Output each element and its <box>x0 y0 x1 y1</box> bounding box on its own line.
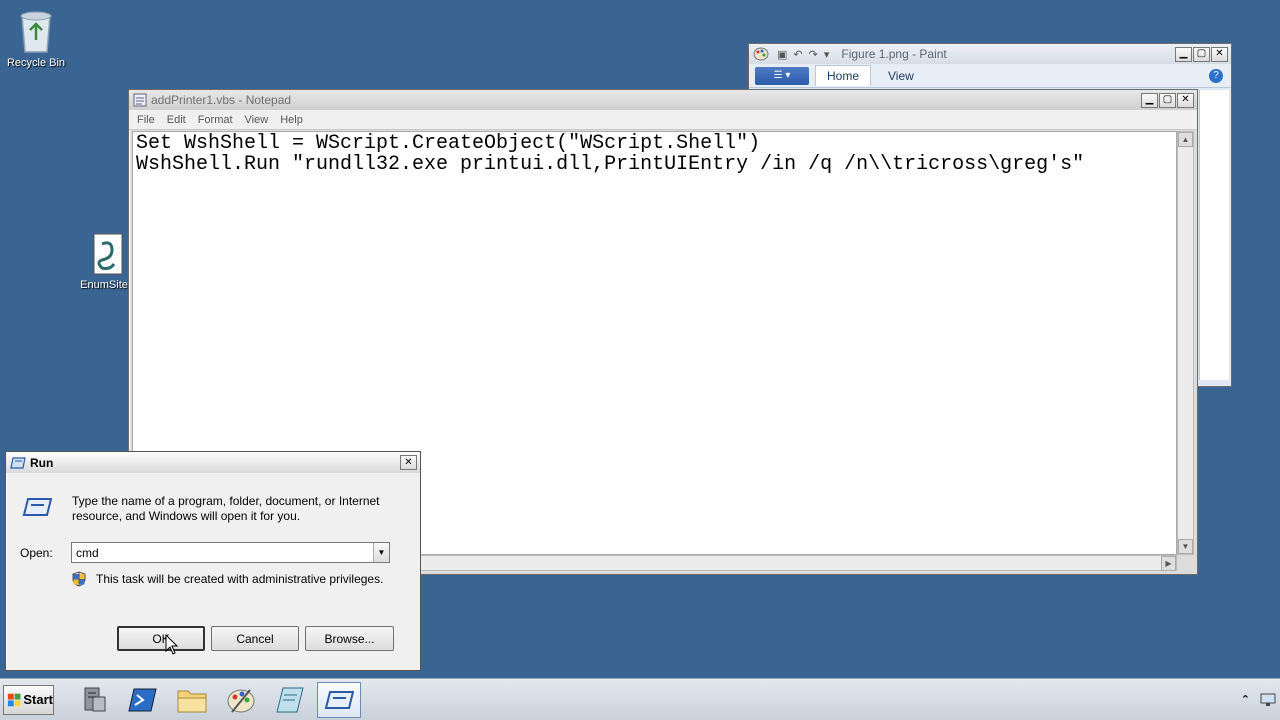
server-manager-icon <box>84 687 106 711</box>
network-icon[interactable] <box>1260 693 1276 707</box>
notepad-app-icon <box>133 93 147 107</box>
scroll-up-icon[interactable]: ▲ <box>1178 132 1193 147</box>
close-button[interactable]: ✕ <box>1211 46 1228 62</box>
help-icon[interactable]: ? <box>1209 68 1223 83</box>
windows-logo-icon <box>7 693 21 706</box>
script-file-icon <box>93 233 123 275</box>
vertical-scrollbar[interactable]: ▲ ▼ <box>1177 131 1194 555</box>
redo-icon[interactable]: ↷ <box>809 48 818 61</box>
taskbar-run[interactable] <box>317 681 361 718</box>
notepad-title: addPrinter1.vbs - Notepad <box>151 93 292 107</box>
tab-home[interactable]: Home <box>815 65 872 86</box>
open-input[interactable] <box>72 543 373 562</box>
menu-file[interactable]: File <box>131 112 161 128</box>
tab-view[interactable]: View <box>877 66 925 86</box>
minimize-button[interactable]: ▁ <box>1141 92 1158 108</box>
admin-note: This task will be created with administr… <box>72 571 383 587</box>
system-tray: ⌃ <box>1241 693 1276 707</box>
run-titlebar[interactable]: Run ✕ <box>6 452 420 473</box>
close-button[interactable]: ✕ <box>1177 92 1194 108</box>
browse-button[interactable]: Browse... <box>305 626 394 651</box>
run-icon <box>324 690 354 709</box>
scroll-right-icon[interactable]: ▶ <box>1161 556 1176 571</box>
notepad-titlebar[interactable]: addPrinter1.vbs - Notepad ▁ ▢ ✕ <box>129 90 1197 110</box>
run-title: Run <box>30 455 54 470</box>
taskbar-explorer[interactable] <box>170 682 214 718</box>
paint-icon <box>227 688 255 713</box>
run-dialog[interactable]: Run ✕ Type the name of a program, folder… <box>5 451 421 671</box>
uac-shield-icon <box>72 571 86 587</box>
recycle-bin-icon <box>20 11 52 53</box>
menu-view[interactable]: View <box>239 112 275 128</box>
run-icon <box>10 456 26 469</box>
open-label: Open: <box>20 546 53 560</box>
open-combobox[interactable]: ▼ <box>71 542 390 563</box>
scroll-down-icon[interactable]: ▼ <box>1178 539 1193 554</box>
admin-note-text: This task will be created with administr… <box>96 572 384 586</box>
taskbar-notepad[interactable] <box>268 682 312 718</box>
taskbar-powershell[interactable] <box>121 682 165 718</box>
desktop-icon-recycle-bin[interactable]: Recycle Bin <box>0 6 74 69</box>
run-description: Type the name of a program, folder, docu… <box>72 494 380 523</box>
notepad-icon <box>276 687 304 712</box>
ribbon-tab-bar: ☰ ▾ Home View ? <box>749 64 1231 88</box>
chevron-down-icon[interactable]: ▼ <box>373 543 389 562</box>
notepad-menubar: File Edit Format View Help <box>129 110 1197 130</box>
cancel-button[interactable]: Cancel <box>211 626 299 651</box>
taskbar-paint[interactable] <box>219 682 263 718</box>
paint-titlebar[interactable]: ▣ ↶ ↷ ▾ Figure 1.png - Paint ▁ ▢ ✕ <box>749 44 1231 64</box>
desktop-icon-label: Recycle Bin <box>6 57 66 69</box>
menu-format[interactable]: Format <box>192 112 239 128</box>
taskbar: Start ⌃ <box>0 678 1280 720</box>
qat-dropdown-icon[interactable]: ▾ <box>824 48 830 61</box>
undo-icon[interactable]: ↶ <box>793 48 802 61</box>
close-button[interactable]: ✕ <box>400 455 417 470</box>
maximize-button[interactable]: ▢ <box>1193 46 1210 62</box>
paint-qat[interactable]: ▣ ↶ ↷ ▾ <box>777 48 829 61</box>
paint-canvas-area[interactable] <box>1199 90 1229 380</box>
menu-icon: ☰ ▾ <box>773 70 791 81</box>
start-label: Start <box>23 692 53 707</box>
save-icon[interactable]: ▣ <box>777 48 787 61</box>
paint-app-menu-button[interactable]: ☰ ▾ <box>755 66 809 85</box>
explorer-folder-icon <box>177 690 207 712</box>
ok-button[interactable]: OK <box>117 626 205 651</box>
paint-app-icon <box>753 47 769 61</box>
minimize-button[interactable]: ▁ <box>1175 46 1192 62</box>
paint-title: Figure 1.png - Paint <box>841 47 947 61</box>
start-button[interactable]: Start <box>3 684 54 715</box>
maximize-button[interactable]: ▢ <box>1159 92 1176 108</box>
mouse-pointer-icon <box>165 634 179 655</box>
run-icon <box>22 498 52 516</box>
powershell-icon <box>128 688 157 711</box>
menu-edit[interactable]: Edit <box>161 112 192 128</box>
tray-expand-icon[interactable]: ⌃ <box>1241 693 1250 706</box>
taskbar-server-manager[interactable] <box>72 682 116 718</box>
menu-help[interactable]: Help <box>274 112 309 128</box>
